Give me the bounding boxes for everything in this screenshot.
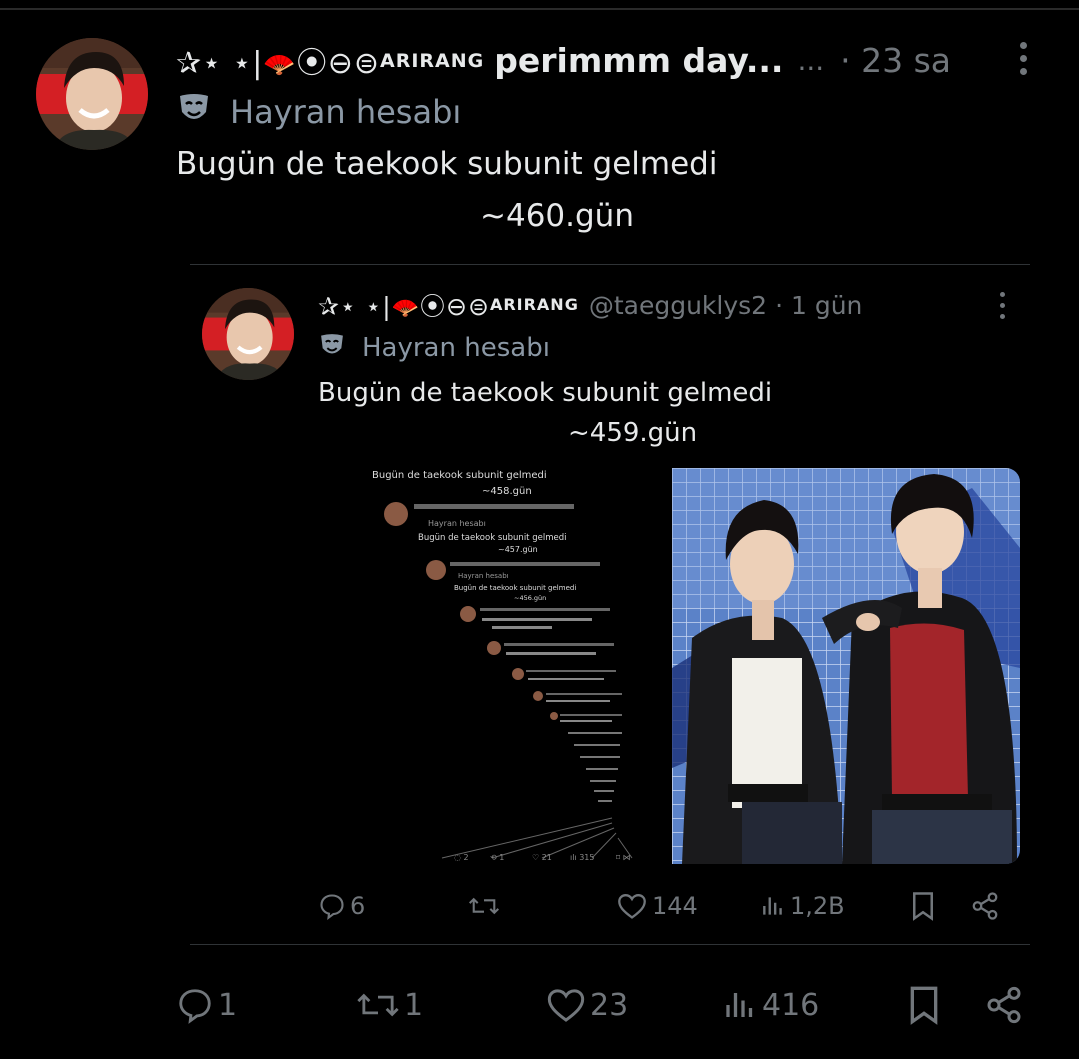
display-name[interactable]: perimmm day... bbox=[494, 41, 783, 80]
repost-icon bbox=[468, 892, 500, 920]
bookmark-icon bbox=[910, 891, 936, 921]
bookmark-button[interactable] bbox=[906, 982, 942, 1028]
mask-icon bbox=[176, 90, 212, 134]
reply-icon bbox=[176, 986, 214, 1024]
tweet-text: Bugün de taekook subunit gelmedi bbox=[176, 146, 718, 182]
quoted-name-decoration: ✰⋆ ⋆|🪭⦿⊖⊜ARIRANG bbox=[318, 292, 579, 321]
mask-icon bbox=[318, 331, 346, 366]
svg-text:⟲ 1: ⟲ 1 bbox=[490, 853, 504, 862]
top-divider bbox=[0, 8, 1079, 10]
fan-emoji-icon: 🪭 bbox=[263, 50, 297, 80]
quoted-handle[interactable]: @taegguklys2 bbox=[589, 291, 767, 320]
share-icon bbox=[984, 985, 1024, 1025]
views-icon bbox=[760, 893, 786, 919]
reply-count: 6 bbox=[350, 892, 366, 920]
nested-text: Hayran hesabı bbox=[428, 519, 486, 528]
quoted-repost-button[interactable] bbox=[468, 888, 500, 924]
share-icon bbox=[970, 891, 1000, 921]
quoted-author-row[interactable]: ✰⋆ ⋆|🪭⦿⊖⊜ARIRANG @taegguklys2 · 1 gün bbox=[318, 284, 862, 326]
quoted-share-button[interactable] bbox=[970, 888, 1000, 924]
tweet-text-line2: ~460.gün bbox=[480, 198, 634, 234]
like-count: 23 bbox=[590, 987, 629, 1023]
svg-text:◌ 2: ◌ 2 bbox=[454, 853, 469, 862]
media-image-recursive-screenshot[interactable]: Bugün de taekook subunit gelmedi ~458.gü… bbox=[342, 468, 664, 864]
fan-emoji-icon: 🪭 bbox=[391, 296, 421, 321]
nested-text: ~458.gün bbox=[482, 486, 532, 497]
nested-text: ~456.gün bbox=[514, 594, 546, 602]
repost-button[interactable]: 1 bbox=[356, 982, 423, 1028]
svg-text:♡ 21: ♡ 21 bbox=[532, 853, 552, 862]
nested-text: Hayran hesabı bbox=[458, 572, 509, 580]
nested-text: Bugün de taekook subunit gelmedi bbox=[372, 470, 547, 481]
name-ellipsis: ... bbox=[797, 43, 825, 77]
reply-button[interactable]: 1 bbox=[176, 982, 237, 1028]
post-time[interactable]: · 23 sa bbox=[840, 41, 951, 80]
svg-text:⌑ ⋈: ⌑ ⋈ bbox=[616, 853, 631, 862]
svg-text:ılı 315: ılı 315 bbox=[570, 853, 594, 862]
fan-label-text: Hayran hesabı bbox=[362, 333, 550, 363]
share-button[interactable] bbox=[984, 982, 1024, 1028]
reply-icon bbox=[318, 892, 346, 920]
nested-text: Bugün de taekook subunit gelmedi bbox=[454, 584, 576, 592]
author-name-row[interactable]: ✰⋆ ⋆|🪭⦿⊖⊜ARIRANG perimmm day... ... · 23… bbox=[176, 36, 951, 84]
like-icon bbox=[546, 986, 586, 1024]
quoted-views-button[interactable]: 1,2B bbox=[760, 888, 845, 924]
repost-count: 1 bbox=[404, 987, 424, 1023]
more-icon[interactable] bbox=[1019, 42, 1027, 75]
like-button[interactable]: 23 bbox=[546, 982, 628, 1028]
quote-divider-top bbox=[190, 264, 1030, 265]
nested-text: ~457.gün bbox=[498, 545, 538, 554]
views-count: 416 bbox=[762, 987, 820, 1023]
avatar[interactable] bbox=[36, 38, 148, 150]
media-image-photo[interactable] bbox=[672, 468, 1020, 864]
quoted-tweet-text: Bugün de taekook subunit gelmedi bbox=[318, 378, 773, 408]
repost-icon bbox=[356, 986, 400, 1024]
name-decoration: ✰⋆ ⋆|🪭⦿⊖⊜ARIRANG bbox=[176, 46, 485, 81]
views-button[interactable]: 416 bbox=[722, 982, 819, 1028]
quoted-reply-button[interactable]: 6 bbox=[318, 888, 365, 924]
views-icon bbox=[722, 987, 758, 1023]
fan-account-label: Hayran hesabı bbox=[176, 92, 461, 132]
quoted-post-time[interactable]: · 1 gün bbox=[775, 291, 862, 320]
bookmark-icon bbox=[906, 985, 942, 1025]
like-count: 144 bbox=[652, 892, 698, 920]
reply-count: 1 bbox=[218, 987, 238, 1023]
quoted-avatar[interactable] bbox=[202, 288, 294, 380]
quoted-tweet-text-line2: ~459.gün bbox=[568, 418, 698, 448]
quoted-fan-label: Hayran hesabı bbox=[318, 330, 550, 366]
fan-label-text: Hayran hesabı bbox=[230, 93, 462, 131]
like-icon bbox=[616, 892, 648, 920]
quoted-like-button[interactable]: 144 bbox=[616, 888, 698, 924]
quote-divider-bottom bbox=[190, 944, 1030, 945]
quoted-bookmark-button[interactable] bbox=[910, 888, 936, 924]
views-count: 1,2B bbox=[790, 892, 845, 920]
nested-text: Bugün de taekook subunit gelmedi bbox=[418, 533, 566, 543]
more-icon[interactable] bbox=[998, 292, 1006, 319]
